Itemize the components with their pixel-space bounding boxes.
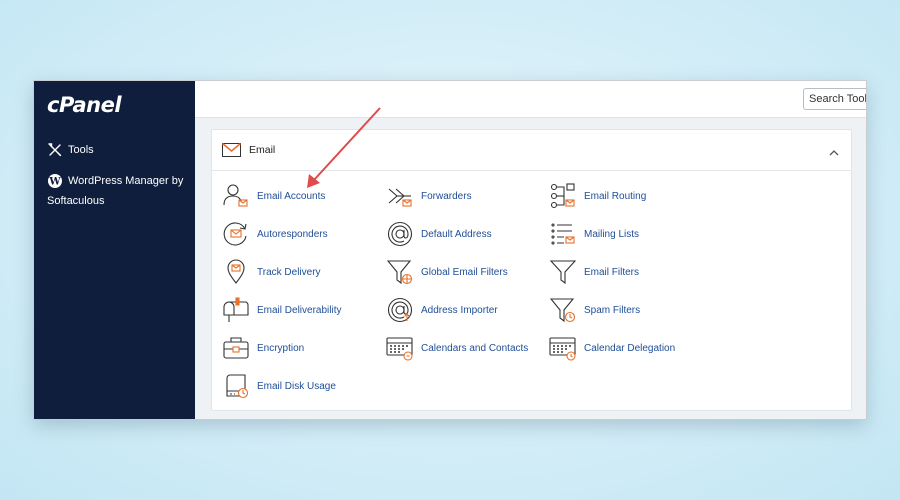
spam-filters-link[interactable]: Spam Filters <box>548 296 640 324</box>
email-routing-link[interactable]: Email Routing <box>548 182 646 210</box>
sidebar-item-tools[interactable]: Tools <box>47 140 94 160</box>
item-label: Email Disk Usage <box>257 380 336 392</box>
autoresponder-icon <box>221 220 251 248</box>
briefcase-key-icon <box>221 334 251 362</box>
forwarders-link[interactable]: Forwarders <box>385 182 472 210</box>
mailing-lists-link[interactable]: Mailing Lists <box>548 220 639 248</box>
tools-icon <box>47 142 63 158</box>
svg-text:W: W <box>48 177 61 188</box>
cpanel-window: cPanel Tools W WordPress Manager by Soft… <box>34 81 866 419</box>
at-import-icon <box>385 296 415 324</box>
default-address-link[interactable]: Default Address <box>385 220 492 248</box>
envelope-icon <box>221 142 242 162</box>
top-bar <box>195 81 866 118</box>
item-label: Calendars and Contacts <box>421 342 529 354</box>
item-label: Spam Filters <box>584 304 641 316</box>
item-label: Email Deliverability <box>257 304 342 316</box>
sidebar: cPanel Tools W WordPress Manager by Soft… <box>34 81 195 419</box>
calendar-delegation-link[interactable]: Calendar Delegation <box>548 334 675 362</box>
sidebar-item-label: Tools <box>68 144 94 156</box>
track-delivery-link[interactable]: Track Delivery <box>221 258 321 286</box>
disk-usage-icon <box>221 372 251 400</box>
item-label: Email Filters <box>584 266 640 278</box>
item-label: Calendar Delegation <box>584 342 676 354</box>
item-label: Autoresponders <box>257 228 328 240</box>
item-label: Global Email Filters <box>421 266 508 278</box>
at-sign-icon <box>385 220 415 248</box>
item-label: Mailing Lists <box>584 228 640 240</box>
mailbox-icon <box>221 296 251 324</box>
wordpress-icon: W <box>47 173 63 189</box>
calendar-keyboard-icon <box>385 334 415 362</box>
routing-icon <box>548 182 578 210</box>
cpanel-logo[interactable]: cPanel <box>47 93 122 117</box>
calendars-and-contacts-link[interactable]: Calendars and Contacts <box>385 334 528 362</box>
user-mail-icon <box>221 182 251 210</box>
item-label: Encryption <box>257 342 305 354</box>
list-mail-icon <box>548 220 578 248</box>
search-tools-input[interactable] <box>803 88 866 110</box>
encryption-link[interactable]: Encryption <box>221 334 304 362</box>
funnel-icon <box>548 258 578 286</box>
item-label: Address Importer <box>421 304 498 316</box>
sidebar-item-wordpress[interactable]: W WordPress Manager by Softaculous <box>47 171 187 211</box>
item-label: Forwarders <box>421 190 472 202</box>
section-title: Email <box>249 144 276 156</box>
forward-icon <box>385 182 415 210</box>
email-section-panel: Email Email Accounts Forwarders Email Ro… <box>211 129 852 411</box>
email-section-header[interactable]: Email <box>212 130 851 171</box>
autoresponders-link[interactable]: Autoresponders <box>221 220 328 248</box>
item-label: Track Delivery <box>257 266 321 278</box>
email-disk-usage-link[interactable]: Email Disk Usage <box>221 372 336 400</box>
funnel-clock-icon <box>548 296 578 324</box>
email-deliverability-link[interactable]: Email Deliverability <box>221 296 341 324</box>
email-filters-link[interactable]: Email Filters <box>548 258 639 286</box>
sidebar-item-label: WordPress Manager by Softaculous <box>47 175 184 207</box>
address-importer-link[interactable]: Address Importer <box>385 296 498 324</box>
item-label: Email Accounts <box>257 190 326 202</box>
item-label: Default Address <box>421 228 492 240</box>
email-accounts-link[interactable]: Email Accounts <box>221 182 325 210</box>
calendar-delegation-icon <box>548 334 578 362</box>
chevron-up-icon[interactable] <box>829 144 839 162</box>
item-label: Email Routing <box>584 190 647 202</box>
funnel-globe-icon <box>385 258 415 286</box>
location-pin-icon <box>221 258 251 286</box>
global-email-filters-link[interactable]: Global Email Filters <box>385 258 508 286</box>
